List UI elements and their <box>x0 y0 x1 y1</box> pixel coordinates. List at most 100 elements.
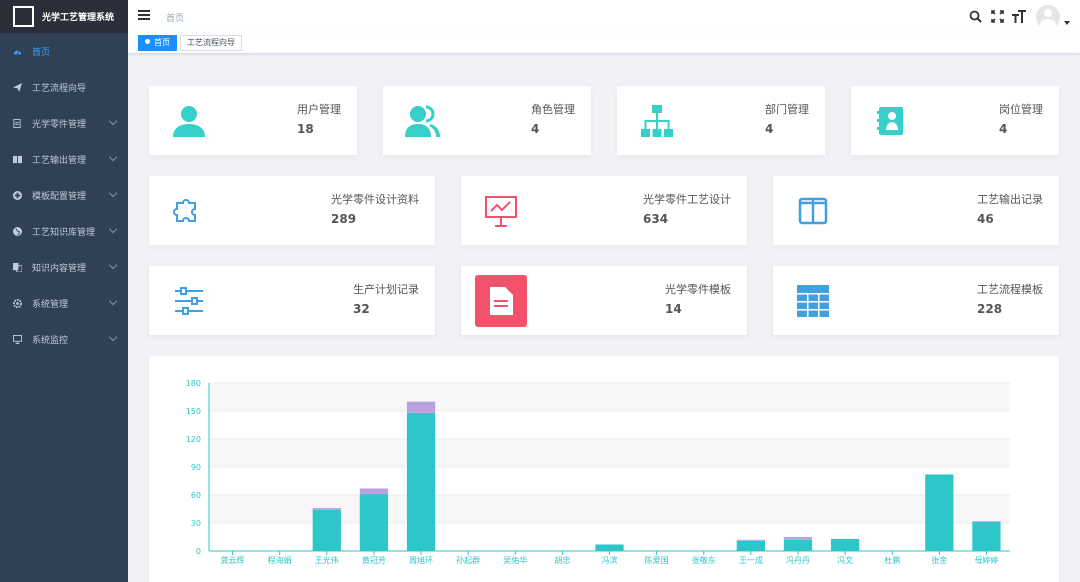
x-tick-label: 张敬东 <box>692 555 716 565</box>
stat-label: 光学零件工艺设计 <box>643 193 731 206</box>
chevron-down-icon <box>108 152 118 162</box>
columns-icon <box>787 185 839 237</box>
chevron-down-icon <box>108 116 118 126</box>
puzzle-icon <box>163 185 215 237</box>
sidebar: 光学工艺管理系统 首页工艺流程向导光学零件管理工艺输出管理模板配置管理 工艺知识库… <box>0 0 128 582</box>
stat-value: 18 <box>297 122 314 136</box>
stat-value: 4 <box>999 122 1008 136</box>
sidebar-item-1[interactable]: 工艺流程向导 <box>0 69 128 105</box>
bar-16-series-0 <box>972 522 1001 551</box>
book-icon <box>12 154 22 164</box>
stat-value: 228 <box>977 302 1003 316</box>
plus-circle-icon <box>12 190 22 200</box>
y-tick-label: 90 <box>191 463 201 472</box>
chart-grid-band <box>209 383 1010 411</box>
bar-2-series-1 <box>312 508 341 510</box>
stat-label: 岗位管理 <box>999 103 1043 116</box>
stat-value: 32 <box>353 302 370 316</box>
x-tick-label: 孙起群 <box>456 555 480 565</box>
sidebar-item-label: 系统监控 <box>32 335 69 346</box>
x-tick-label: 周旭环 <box>409 555 433 565</box>
x-tick-label: 程海娟 <box>268 555 292 565</box>
x-tick-label: 冯滨 <box>602 555 618 565</box>
chevron-down-icon <box>108 296 118 306</box>
tags-view: 首页 工艺流程向导 <box>128 33 1080 54</box>
x-tick-label: 冯丹丹 <box>786 556 810 565</box>
bar-2-series-0 <box>312 509 341 551</box>
stat-value: 14 <box>665 302 682 316</box>
stat-card[interactable]: 工艺流程模板 228 <box>773 266 1059 335</box>
bar-4-series-0 <box>406 412 436 551</box>
bar-11-series-0 <box>736 540 765 551</box>
sidebar-item-5[interactable]: 工艺知识库管理 <box>0 213 128 249</box>
stat-card[interactable]: 部门管理 4 <box>617 86 825 155</box>
stat-card[interactable]: 工艺输出记录 46 <box>773 176 1059 245</box>
y-tick-label: 150 <box>186 407 201 416</box>
sidebar-item-label: 工艺流程向导 <box>32 83 87 94</box>
stat-label: 工艺流程模板 <box>977 283 1043 296</box>
sidebar-item-4[interactable]: 模板配置管理 <box>0 177 128 213</box>
stat-value: 634 <box>643 212 669 226</box>
stat-card[interactable]: 角色管理 4 <box>383 86 591 155</box>
tag-1[interactable]: 工艺流程向导 <box>180 35 242 51</box>
sliders-icon <box>163 275 215 327</box>
y-tick-label: 180 <box>186 379 201 388</box>
sidebar-item-label: 工艺输出管理 <box>32 155 87 166</box>
bar-15-series-0 <box>925 474 954 551</box>
presentation-icon <box>475 185 527 237</box>
user-icon <box>163 95 215 147</box>
caret-down-icon[interactable] <box>1064 20 1070 25</box>
x-tick-label: 王光伟 <box>315 555 339 565</box>
hamburger-icon[interactable] <box>138 10 150 22</box>
breadcrumb[interactable]: 首页 <box>166 11 184 24</box>
chevron-down-icon <box>108 188 118 198</box>
chart-panel: 0 30 60 90 120 150 180 龚云辉 程海娟 王光伟 黄冠芳 周旭环 孙起群 吴佑华 胡忠 冯… <box>149 356 1059 582</box>
y-tick-label: 120 <box>186 435 201 444</box>
stat-card[interactable]: 用户管理 18 <box>149 86 357 155</box>
bar-12-series-1 <box>783 537 813 540</box>
stat-card[interactable]: 光学零件工艺设计 634 <box>461 176 747 245</box>
y-tick-label: 0 <box>196 547 201 556</box>
stat-card[interactable]: 岗位管理 4 <box>851 86 1059 155</box>
stat-value: 289 <box>331 212 357 226</box>
chevron-down-icon <box>108 332 118 342</box>
stat-label: 用户管理 <box>297 103 341 116</box>
stat-card[interactable]: 生产计划记录 32 <box>149 266 435 335</box>
font-size-icon[interactable] <box>1012 10 1026 24</box>
sidebar-item-6[interactable]: 知识内容管理 <box>0 249 128 285</box>
sidebar-item-0[interactable]: 首页 <box>0 33 128 69</box>
x-tick-label: 杜鹏 <box>884 555 900 565</box>
x-tick-label: 张金 <box>931 555 947 565</box>
navbar: 首页 <box>128 0 1080 33</box>
users-icon <box>397 95 449 147</box>
x-tick-label: 胡忠 <box>554 555 570 565</box>
sidebar-item-7[interactable]: 系统管理 <box>0 285 128 321</box>
bar-11-series-1 <box>736 539 765 541</box>
stat-label: 生产计划记录 <box>353 283 419 296</box>
sidebar-item-3[interactable]: 工艺输出管理 <box>0 141 128 177</box>
y-tick-label: 30 <box>191 519 201 528</box>
logo[interactable]: 光学工艺管理系统 <box>0 0 128 33</box>
bar-13-series-0 <box>830 538 860 551</box>
sidebar-item-8[interactable]: 系统监控 <box>0 321 128 357</box>
chevron-down-icon <box>108 224 118 234</box>
search-icon[interactable] <box>968 10 982 24</box>
sidebar-item-2[interactable]: 光学零件管理 <box>0 105 128 141</box>
x-tick-label: 吴佑华 <box>503 555 527 565</box>
avatar[interactable] <box>1036 4 1060 29</box>
stat-label: 角色管理 <box>531 103 575 116</box>
stat-value: 46 <box>977 212 994 226</box>
stat-value: 4 <box>531 122 540 136</box>
x-tick-label: 母婷婷 <box>974 555 998 565</box>
tag-0[interactable]: 首页 <box>138 35 177 51</box>
stat-card[interactable]: 光学零件模板 14 <box>461 266 747 335</box>
monitor-icon <box>12 334 22 344</box>
bar-3-series-1 <box>359 488 389 495</box>
stat-card[interactable]: 光学零件设计资料 289 <box>149 176 435 245</box>
x-tick-label: 黄冠芳 <box>362 555 386 565</box>
stat-label: 光学零件模板 <box>665 283 731 296</box>
fullscreen-icon[interactable] <box>990 10 1004 24</box>
sidebar-item-label: 知识内容管理 <box>32 263 87 274</box>
badge-icon <box>865 95 917 147</box>
stat-label: 部门管理 <box>765 103 809 116</box>
